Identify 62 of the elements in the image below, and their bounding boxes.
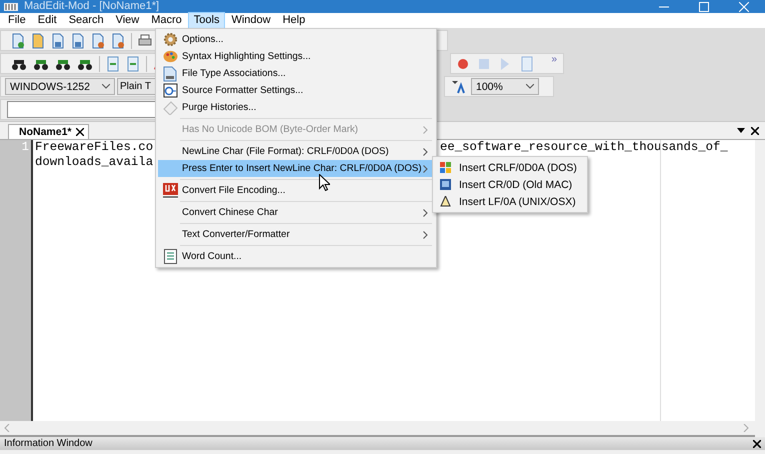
file-close-icon[interactable]	[91, 32, 105, 48]
close-icon[interactable]	[76, 128, 84, 136]
menu-item[interactable]: Insert LF/0A (UNIX/OSX)	[433, 193, 587, 210]
close-icon[interactable]	[751, 126, 759, 134]
scroll-left-icon[interactable]	[4, 424, 10, 432]
code-text: ee_software_resource_with_thousands_of_	[440, 140, 728, 155]
close-icon[interactable]	[753, 440, 761, 448]
line-number: 1	[22, 140, 29, 154]
panel-title: Information Window	[4, 438, 92, 449]
window-title: MadEdit-Mod - [NoName1*]	[24, 0, 160, 13]
encoding-dropdown[interactable]: WINDOWS-1252	[5, 78, 115, 95]
horizontal-scrollbar[interactable]	[0, 421, 755, 437]
file-new-icon[interactable]	[11, 32, 25, 48]
file-open-icon[interactable]	[31, 32, 45, 48]
menu-item[interactable]: NewLine Char (File Format): CRLF/0D0A (DOS)	[158, 143, 434, 160]
menu-item[interactable]: Insert CR/0D (Old MAC)	[433, 176, 587, 193]
menu-bar-item[interactable]: File	[2, 12, 32, 29]
menu-item[interactable]: Options...	[158, 31, 434, 48]
convert-icon	[162, 183, 178, 198]
printer-icon[interactable]	[138, 34, 152, 48]
chevron-down-icon	[102, 84, 110, 89]
scroll-right-icon[interactable]	[743, 424, 749, 432]
document-tab[interactable]: NoName1*	[8, 124, 89, 139]
record-icon[interactable]	[457, 58, 469, 70]
menu-item[interactable]: File Type Associations...	[158, 65, 434, 82]
syntax-dropdown[interactable]: Plain T	[117, 78, 157, 95]
menu-bar-item[interactable]: View	[110, 12, 146, 29]
monitor-icon	[440, 179, 450, 190]
dropdown-icon[interactable]	[737, 128, 745, 134]
menu-item[interactable]: Convert File Encoding...	[158, 182, 434, 199]
zoom-dropdown[interactable]: 100%	[471, 78, 539, 95]
menu-bar-item[interactable]: Search	[62, 12, 110, 29]
vertical-scrollbar[interactable]	[755, 140, 765, 421]
mouse-cursor-icon	[319, 174, 330, 191]
menu-item[interactable]: Convert Chinese Char	[158, 204, 434, 221]
file-saveall-icon[interactable]	[71, 32, 85, 48]
maximize-icon[interactable]	[699, 2, 709, 12]
gear-icon	[162, 32, 178, 47]
toolbar-overflow[interactable]: »	[551, 54, 557, 65]
document-icon	[163, 66, 177, 82]
file-save-icon[interactable]	[51, 32, 65, 48]
menu-bar-item[interactable]: Macro	[145, 12, 188, 29]
menu-bar-item[interactable]: Window	[225, 12, 277, 29]
menu-item[interactable]: Purge Histories...	[158, 99, 434, 116]
menu-item[interactable]: Syntax Highlighting Settings...	[158, 48, 434, 65]
menu-item[interactable]: Text Converter/Formatter	[158, 226, 434, 243]
menu-bar-item[interactable]: Tools	[188, 12, 226, 29]
menu-bar-item[interactable]: Edit	[32, 12, 63, 29]
chevron-down-icon	[526, 84, 534, 89]
menu-bar-item[interactable]: Help	[276, 12, 312, 29]
menu-item[interactable]: Press Enter to Insert NewLine Char: CRLF/0D0A (DOS)	[158, 160, 434, 177]
palette-icon	[162, 50, 178, 63]
font-size-icon[interactable]	[451, 80, 465, 94]
windows-flag-icon	[440, 162, 450, 173]
code-text: FreewareFiles.co	[35, 140, 154, 154]
app-icon	[4, 2, 18, 12]
menu-item[interactable]: Source Formatter Settings...	[158, 82, 434, 99]
menu-item[interactable]: Word Count...	[158, 248, 434, 265]
list-icon	[164, 249, 176, 264]
menu-item[interactable]: Insert CRLF/0D0A (DOS)	[433, 159, 587, 176]
file-closeall-icon[interactable]	[111, 32, 125, 48]
code-text: downloads_availa	[35, 155, 154, 169]
